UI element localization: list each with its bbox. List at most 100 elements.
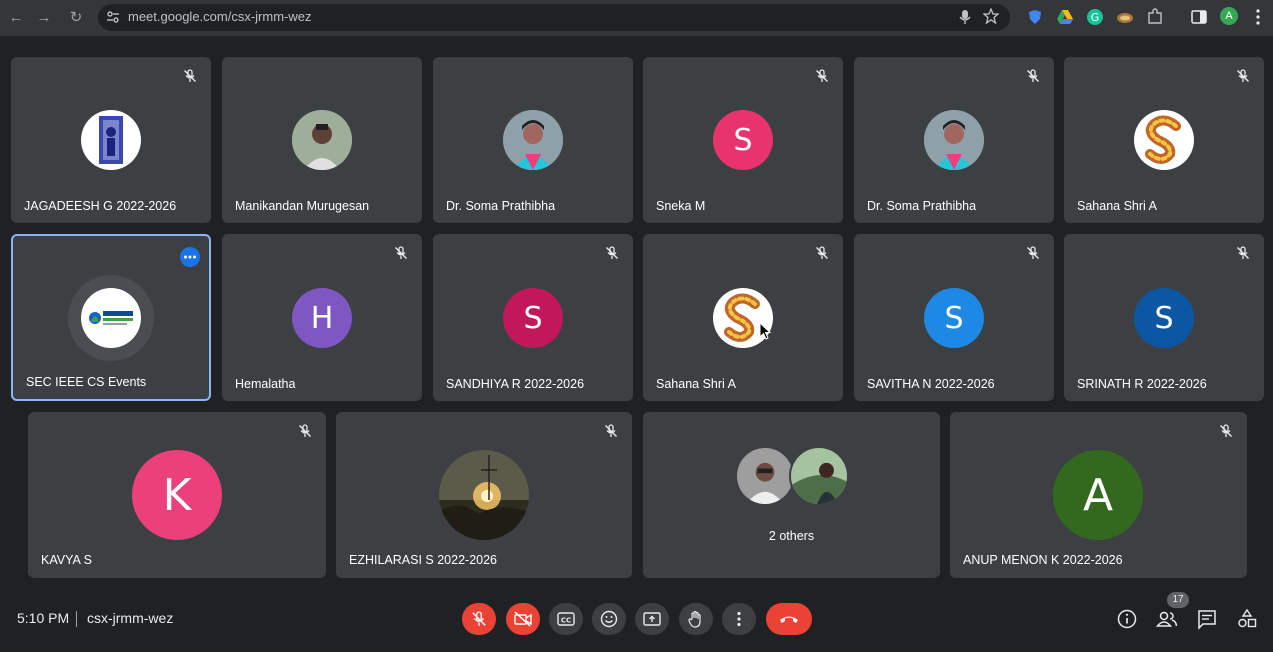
participant-name: Sneka M bbox=[656, 199, 706, 213]
avatar: A bbox=[1053, 450, 1143, 540]
participant-tile[interactable]: JAGADEESH G 2022-2026 bbox=[11, 57, 211, 223]
activities-icon[interactable] bbox=[1236, 608, 1258, 630]
participant-tile[interactable]: H Hemalatha bbox=[222, 234, 422, 401]
microphone-toggle-button[interactable] bbox=[462, 603, 496, 635]
participant-name: JAGADEESH G 2022-2026 bbox=[24, 199, 177, 213]
avatar bbox=[81, 288, 141, 348]
avatar bbox=[503, 110, 563, 170]
participant-tile[interactable]: S SAVITHA N 2022-2026 bbox=[854, 234, 1054, 401]
back-icon[interactable]: ← bbox=[6, 8, 26, 28]
avatar: S bbox=[503, 288, 563, 348]
participant-tile[interactable]: EZHILARASI S 2022-2026 bbox=[336, 412, 632, 578]
participant-tile[interactable]: Sahana Shri A bbox=[643, 234, 843, 401]
extension-shield-icon[interactable] bbox=[1026, 8, 1044, 26]
raise-hand-icon bbox=[688, 610, 701, 628]
participant-name: Hemalatha bbox=[235, 377, 296, 391]
grammarly-icon[interactable]: G bbox=[1086, 8, 1104, 26]
reload-icon[interactable]: ↻ bbox=[66, 8, 86, 28]
svg-text:G: G bbox=[1091, 11, 1100, 24]
avatar bbox=[292, 110, 352, 170]
participant-tile[interactable]: S Sneka M bbox=[643, 57, 843, 223]
voice-search-icon[interactable] bbox=[958, 9, 972, 25]
avatar bbox=[81, 110, 141, 170]
meeting-info-icon[interactable] bbox=[1116, 608, 1138, 630]
mic-off-icon bbox=[604, 424, 618, 438]
more-options-button[interactable] bbox=[180, 247, 200, 267]
captions-button[interactable]: CC bbox=[549, 603, 583, 635]
participant-tile[interactable]: S SRINATH R 2022-2026 bbox=[1064, 234, 1264, 401]
end-call-icon bbox=[780, 616, 798, 623]
participant-name: SAVITHA N 2022-2026 bbox=[867, 377, 995, 391]
participant-name: Dr. Soma Prathibha bbox=[867, 199, 977, 213]
participant-tile-self[interactable]: SEC IEEE CS Events bbox=[11, 234, 211, 401]
participant-name: SRINATH R 2022-2026 bbox=[1077, 377, 1207, 391]
avatar: S bbox=[1134, 288, 1194, 348]
participant-tile[interactable]: Dr. Soma Prathibha bbox=[433, 57, 633, 223]
people-icon[interactable] bbox=[1156, 608, 1178, 630]
participant-name: Sahana Shri A bbox=[656, 377, 736, 391]
leave-call-button[interactable] bbox=[766, 603, 812, 635]
camera-off-icon bbox=[514, 611, 532, 627]
google-drive-icon[interactable] bbox=[1056, 8, 1074, 26]
avatar bbox=[439, 450, 529, 540]
present-screen-button[interactable] bbox=[635, 603, 669, 635]
participant-tile[interactable]: A ANUP MENON K 2022-2026 bbox=[950, 412, 1247, 578]
participant-name: ANUP MENON K 2022-2026 bbox=[963, 553, 1123, 567]
meeting-time: 5:10 PM bbox=[17, 610, 70, 626]
participant-name: SEC IEEE CS Events bbox=[26, 375, 147, 389]
participant-name: EZHILARASI S 2022-2026 bbox=[349, 553, 497, 567]
forward-icon[interactable]: → bbox=[34, 8, 54, 28]
participant-name: Manikandan Murugesan bbox=[235, 199, 370, 213]
extensions-puzzle-icon[interactable] bbox=[1146, 8, 1164, 26]
divider bbox=[76, 611, 77, 627]
mic-off-icon bbox=[1026, 69, 1040, 83]
mouse-cursor-icon bbox=[759, 322, 771, 340]
mic-off-icon bbox=[815, 69, 829, 83]
chat-icon[interactable] bbox=[1196, 608, 1218, 630]
avatar bbox=[1134, 110, 1194, 170]
participant-name: Dr. Soma Prathibha bbox=[446, 199, 556, 213]
participant-tile[interactable]: Dr. Soma Prathibha bbox=[854, 57, 1054, 223]
participant-tile[interactable]: K KAVYA S bbox=[28, 412, 326, 578]
participant-tile[interactable]: Manikandan Murugesan bbox=[222, 57, 422, 223]
closed-captions-icon: CC bbox=[557, 612, 575, 626]
url-text[interactable]: meet.google.com/csx-jrmm-wez bbox=[128, 9, 312, 24]
avatar: S bbox=[713, 110, 773, 170]
mic-off-icon bbox=[183, 69, 197, 83]
more-options-button[interactable] bbox=[722, 603, 756, 635]
reactions-button[interactable] bbox=[592, 603, 626, 635]
meeting-controls-bar: 5:10 PM csx-jrmm-wez CC 17 bbox=[0, 590, 1273, 652]
avatar bbox=[924, 110, 984, 170]
avatar: K bbox=[132, 450, 222, 540]
mic-off-icon bbox=[394, 246, 408, 260]
mic-off-icon bbox=[471, 611, 487, 627]
avatar bbox=[789, 446, 849, 506]
site-settings-icon[interactable] bbox=[106, 10, 120, 24]
others-tile[interactable]: 2 others bbox=[643, 412, 940, 578]
more-vert-icon bbox=[737, 611, 741, 627]
extension-icon[interactable] bbox=[1116, 8, 1134, 26]
raise-hand-button[interactable] bbox=[679, 603, 713, 635]
mic-off-icon bbox=[1236, 69, 1250, 83]
mic-off-icon bbox=[1026, 246, 1040, 260]
camera-toggle-button[interactable] bbox=[506, 603, 540, 635]
meeting-code: csx-jrmm-wez bbox=[87, 610, 174, 626]
others-count-label: 2 others bbox=[768, 529, 815, 543]
browser-menu-icon[interactable] bbox=[1250, 8, 1266, 26]
mic-off-icon bbox=[298, 424, 312, 438]
avatar bbox=[735, 446, 795, 506]
side-panel-icon[interactable] bbox=[1190, 8, 1208, 26]
participant-tile[interactable]: S SANDHIYA R 2022-2026 bbox=[433, 234, 633, 401]
mic-off-icon bbox=[605, 246, 619, 260]
participant-name: KAVYA S bbox=[41, 553, 92, 567]
mic-off-icon bbox=[815, 246, 829, 260]
address-bar[interactable]: meet.google.com/csx-jrmm-wez bbox=[98, 4, 1010, 31]
browser-toolbar: ← → ↻ meet.google.com/csx-jrmm-wez G A bbox=[0, 0, 1273, 36]
bookmark-star-icon[interactable] bbox=[983, 8, 999, 24]
participant-name: Sahana Shri A bbox=[1077, 199, 1157, 213]
participant-count-badge: 17 bbox=[1167, 592, 1189, 608]
avatar: H bbox=[292, 288, 352, 348]
profile-avatar[interactable]: A bbox=[1220, 7, 1238, 25]
participant-tile[interactable]: Sahana Shri A bbox=[1064, 57, 1264, 223]
participant-name: SANDHIYA R 2022-2026 bbox=[446, 377, 585, 391]
